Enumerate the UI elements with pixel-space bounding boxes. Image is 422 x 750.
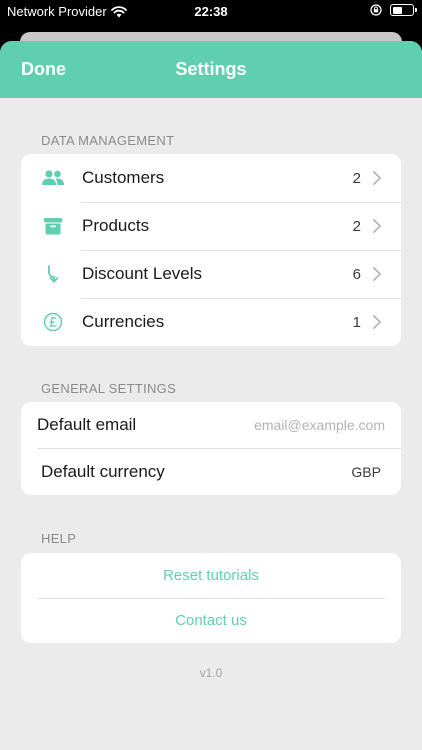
status-time: 22:38 xyxy=(194,4,228,19)
nav-bar: Done Settings xyxy=(0,41,422,98)
status-bar: Network Provider 22:38 xyxy=(0,0,422,24)
customers-row[interactable]: Customers 2 xyxy=(21,154,401,202)
default-email-row: Default email xyxy=(21,402,401,448)
data-management-header: DATA MANAGEMENT xyxy=(41,133,175,148)
products-label: Products xyxy=(82,216,150,235)
customers-label: Customers xyxy=(82,168,165,187)
help-header: HELP xyxy=(41,531,77,546)
default-email-label: Default email xyxy=(37,415,137,434)
default-email-input[interactable] xyxy=(185,417,385,433)
general-settings-header: GENERAL SETTINGS xyxy=(41,381,177,396)
products-count: 2 xyxy=(352,217,361,235)
currencies-label: Currencies xyxy=(82,312,165,331)
chevron-right-icon xyxy=(373,267,381,281)
orientation-lock-icon xyxy=(370,4,382,16)
customers-count: 2 xyxy=(352,169,361,187)
currencies-row[interactable]: Currencies 1 xyxy=(21,298,401,346)
products-row[interactable]: Products 2 xyxy=(21,202,401,250)
battery-icon xyxy=(390,4,417,16)
reset-tutorials-label: Reset tutorials xyxy=(163,567,259,584)
discount-levels-count: 6 xyxy=(352,265,361,283)
chevron-right-icon xyxy=(373,315,381,329)
general-settings-group: Default email Default currency GBP xyxy=(21,402,401,495)
status-right xyxy=(370,4,417,16)
chevron-right-icon xyxy=(373,219,381,233)
data-management-group: Customers 2 Products 2 Discount Levels 6… xyxy=(21,154,401,346)
help-group: Reset tutorials Contact us xyxy=(21,553,401,643)
contact-us-label: Contact us xyxy=(175,612,247,629)
chevron-right-icon xyxy=(373,171,381,185)
discount-levels-label: Discount Levels xyxy=(82,264,203,283)
reset-tutorials-button[interactable]: Reset tutorials xyxy=(21,553,401,598)
version-label: v1.0 xyxy=(199,666,223,680)
pound-coin-icon xyxy=(41,310,65,334)
discount-levels-row[interactable]: Discount Levels 6 xyxy=(21,250,401,298)
currencies-count: 1 xyxy=(352,313,361,331)
default-currency-row[interactable]: Default currency GBP xyxy=(21,448,401,495)
contact-us-button[interactable]: Contact us xyxy=(21,598,401,643)
arrow-down-icon xyxy=(41,262,65,286)
default-currency-value: GBP xyxy=(351,463,381,480)
archive-box-icon xyxy=(41,214,65,238)
default-currency-label: Default currency xyxy=(41,461,165,481)
page-title: Settings xyxy=(175,59,247,79)
settings-sheet: Done Settings DATA MANAGEMENT Customers … xyxy=(0,41,422,750)
people-icon xyxy=(41,166,65,190)
